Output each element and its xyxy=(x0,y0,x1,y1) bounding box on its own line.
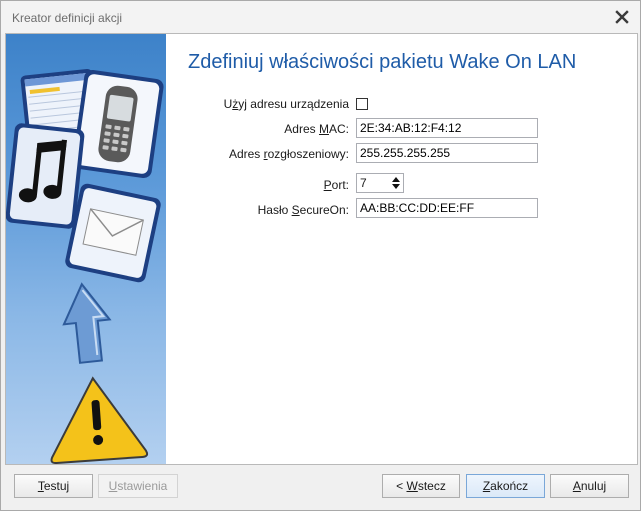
use-device-address-label: Użyj adresu urządzenia xyxy=(224,97,349,111)
secureon-password-label: Hasło SecureOn: xyxy=(258,203,349,217)
label-part: Hasło xyxy=(257,203,292,217)
button-mnemonic: A xyxy=(572,479,581,493)
button-label-part: estuj xyxy=(43,479,70,493)
test-button[interactable]: Testuj xyxy=(14,474,93,498)
label-part: Adres xyxy=(284,122,319,136)
title-bar[interactable]: Kreator definicji akcji xyxy=(1,1,640,34)
window-title: Kreator definicji akcji xyxy=(12,11,123,25)
button-mnemonic: W xyxy=(406,479,418,493)
envelope-icon xyxy=(65,183,161,283)
up-arrow-icon xyxy=(62,282,112,364)
label-part: ecureOn: xyxy=(299,203,349,217)
button-label-part: < xyxy=(396,479,407,493)
button-label-part: nuluj xyxy=(580,479,607,493)
mobile-phone-icon xyxy=(72,69,164,179)
spinner-down-icon[interactable] xyxy=(392,184,400,189)
wizard-content: Zdefiniuj właściwości pakietu Wake On LA… xyxy=(5,33,638,465)
page-heading: Zdefiniuj właściwości pakietu Wake On LA… xyxy=(188,51,577,73)
mac-address-label: Adres MAC: xyxy=(284,122,349,136)
port-spinner[interactable]: 7 xyxy=(356,173,404,193)
broadcast-address-input[interactable] xyxy=(356,143,538,163)
label-mnemonic: S xyxy=(291,203,300,217)
finish-button[interactable]: Zakończ xyxy=(466,474,545,498)
label-part: ort: xyxy=(331,178,349,192)
warning-icon xyxy=(50,376,149,464)
label-mnemonic: P xyxy=(323,178,332,192)
broadcast-address-label: Adres rozgłoszeniowy: xyxy=(229,147,349,161)
label-mnemonic: M xyxy=(318,122,329,136)
cancel-button[interactable]: Anuluj xyxy=(550,474,629,498)
label-part: yj adresu urządzenia xyxy=(238,97,349,111)
label-part: U xyxy=(223,97,233,111)
back-button[interactable]: < Wstecz xyxy=(382,474,460,498)
music-note-icon xyxy=(6,123,85,229)
use-device-address-checkbox[interactable] xyxy=(356,98,368,110)
label-part: AC: xyxy=(328,122,349,136)
spinner-arrows xyxy=(389,174,403,192)
button-mnemonic: U xyxy=(108,479,118,493)
label-part: ozgłoszeniowy: xyxy=(267,147,349,161)
secureon-password-input[interactable] xyxy=(356,198,538,218)
mac-address-input[interactable] xyxy=(356,118,538,138)
settings-button: Ustawienia xyxy=(98,474,178,498)
wizard-window: Kreator definicji akcji Zdefiniuj właści… xyxy=(0,0,641,511)
port-label: Port: xyxy=(324,178,349,192)
close-icon[interactable] xyxy=(614,9,630,25)
label-part: Adres xyxy=(228,147,264,161)
spinner-up-icon[interactable] xyxy=(392,177,400,182)
button-label-part: stawienia xyxy=(117,479,168,493)
button-label-part: akończ xyxy=(490,479,529,493)
port-value[interactable]: 7 xyxy=(360,176,367,190)
side-panel-illustration xyxy=(6,34,166,464)
button-label-part: stecz xyxy=(417,479,446,493)
